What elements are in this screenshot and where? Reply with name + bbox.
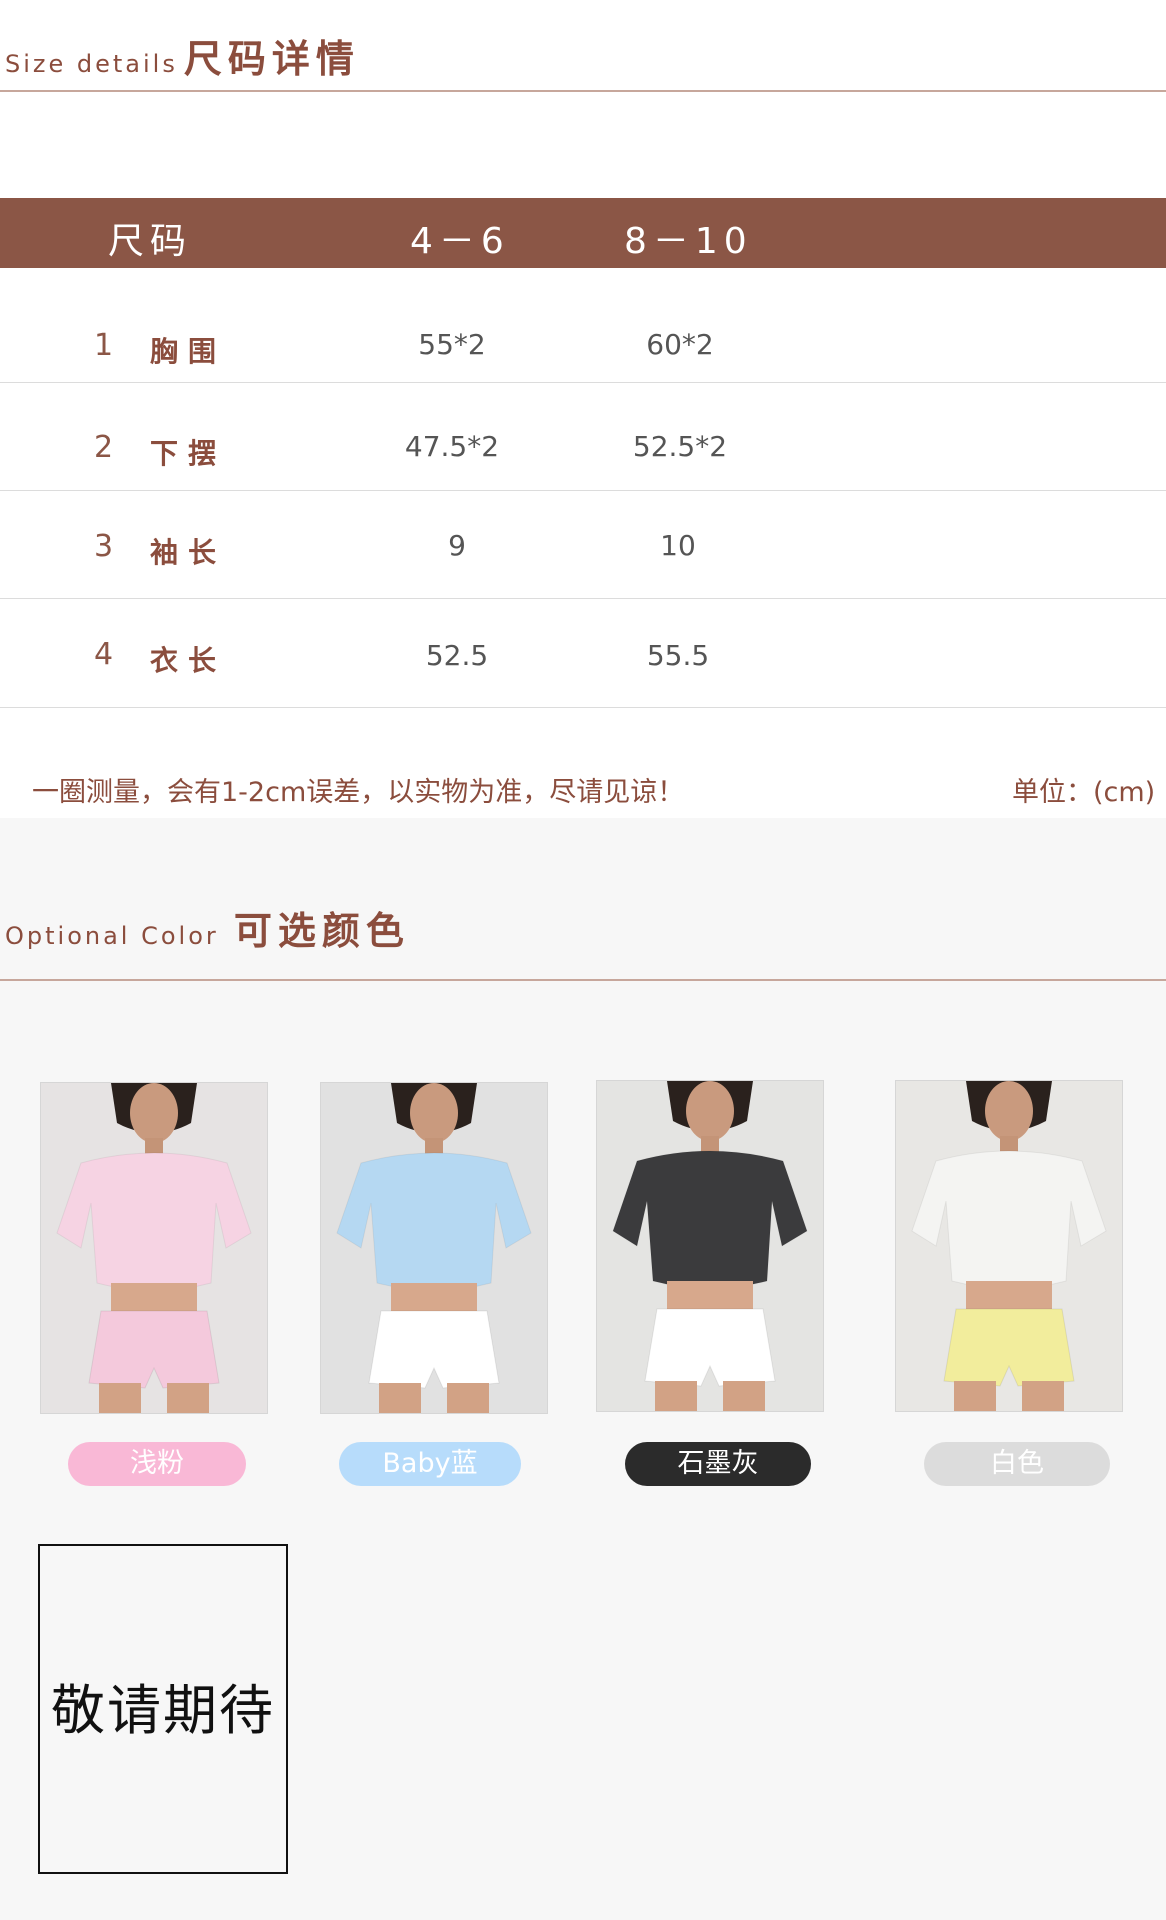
row-value-1: 47.5*2 [404, 430, 500, 463]
row-value-1: 9 [448, 529, 466, 562]
product-photo[interactable] [320, 1082, 548, 1414]
color-section-title: Optional Color 可选颜色 [5, 900, 410, 955]
row-label: 衣长 [150, 644, 227, 677]
size-title-divider [0, 90, 1166, 92]
unit-label: 单位：(cm) [1012, 777, 1156, 808]
product-photo[interactable] [40, 1082, 268, 1414]
color-title-divider [0, 979, 1166, 981]
row-number: 2 [94, 430, 114, 465]
product-photo[interactable] [895, 1080, 1123, 1412]
row-value-1: 52.5 [425, 639, 489, 672]
color-option-pill[interactable]: 浅粉 [68, 1442, 246, 1486]
color-option-pill[interactable]: Baby蓝 [339, 1442, 521, 1486]
table-row: 3 袖长 9 10 [0, 491, 1166, 599]
product-photo[interactable] [596, 1080, 824, 1412]
coming-soon-text: 敬请期待 [51, 1679, 275, 1742]
row-number: 3 [94, 529, 114, 564]
table-row: 2 下摆 47.5*2 52.5*2 [0, 383, 1166, 491]
size-title-zh: 尺码详情 [183, 37, 360, 81]
header-col-1: 4－6 [410, 221, 510, 262]
color-title-en: Optional Color [5, 922, 219, 950]
row-value-1: 55*2 [418, 328, 486, 361]
row-number: 4 [94, 637, 114, 672]
size-title-en: Size details [5, 50, 178, 78]
row-label: 下摆 [150, 437, 227, 470]
row-value-2: 10 [660, 529, 696, 562]
header-col-2: 8－10 [624, 221, 753, 262]
coming-soon-box: 敬请期待 [38, 1544, 288, 1874]
table-row: 4 衣长 52.5 55.5 [0, 599, 1166, 708]
size-table-header: 尺码 4－6 8－10 [0, 198, 1166, 268]
measurement-note: 一圈测量，会有1-2cm误差，以实物为准，尽请见谅！ [32, 777, 685, 808]
row-value-2: 52.5*2 [632, 430, 728, 463]
row-value-2: 60*2 [646, 328, 714, 361]
color-title-zh: 可选颜色 [233, 909, 410, 953]
size-section-title: Size details 尺码详情 [5, 28, 360, 83]
table-row: 1 胸围 55*2 60*2 [0, 282, 1166, 383]
row-value-2: 55.5 [646, 639, 710, 672]
color-option-pill[interactable]: 白色 [924, 1442, 1110, 1486]
header-size: 尺码 [108, 221, 193, 262]
row-label: 袖长 [150, 536, 227, 569]
color-option-pill[interactable]: 石墨灰 [625, 1442, 811, 1486]
row-number: 1 [94, 328, 114, 363]
row-label: 胸围 [150, 335, 227, 368]
